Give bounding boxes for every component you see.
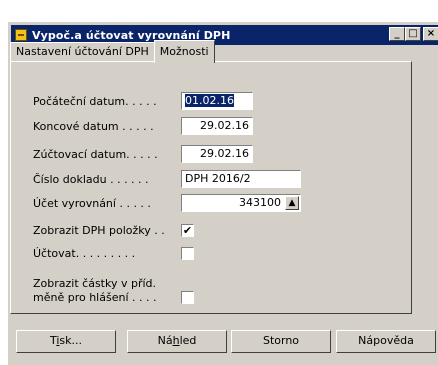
show-amounts-checkbox[interactable] (181, 291, 194, 304)
show-amounts-row-2: měně pro hlášení . . . . (33, 290, 156, 304)
window-controls: _ □ × (389, 27, 438, 41)
settlement-account-input[interactable]: 343100 ▲ (181, 194, 301, 212)
preview-label-post: led (179, 334, 197, 347)
tab-strip: Nastavení účtování DPH Možnosti (10, 40, 215, 63)
maximize-button[interactable]: □ (405, 27, 421, 41)
show-vat-entries-label: Zobrazit DPH položky . . (33, 223, 165, 237)
preview-button[interactable]: Náhled (127, 330, 227, 353)
posting-date-label: Zúčtovací datum. . . . . (33, 147, 158, 161)
background-strip (0, 0, 438, 22)
settlement-account-row: Účet vyrovnání . . . . . (33, 194, 151, 212)
post-label: Účtovat. . . . . . . . . (33, 246, 136, 260)
cancel-button[interactable]: Storno (231, 330, 331, 353)
document-no-input[interactable]: DPH 2016/2 (181, 170, 301, 188)
preview-label-hotkey: h (172, 334, 180, 347)
show-vat-entries-checkbox[interactable]: ✔ (181, 224, 194, 237)
minimize-button[interactable]: _ (389, 27, 405, 41)
start-date-row: Počáteční datum. . . . . (33, 92, 157, 110)
start-date-input[interactable]: 01.02.16 (181, 92, 253, 110)
up-arrow-icon[interactable]: ▲ (285, 196, 299, 210)
show-amounts-row-1: Zobrazit částky v příd. (33, 276, 156, 290)
end-date-label: Koncové datum . . . . . (33, 119, 154, 133)
tab-vat-posting-setup[interactable]: Nastavení účtování DPH (10, 42, 155, 62)
print-label-post: sk... (59, 334, 83, 347)
show-amounts-label-line2: měně pro hlášení . . . . (33, 290, 157, 304)
start-date-value: 01.02.16 (185, 94, 234, 107)
document-no-label: Číslo dokladu . . . . . . (33, 172, 149, 186)
end-date-row: Koncové datum . . . . . (33, 117, 154, 135)
preview-label-pre: Ná (157, 334, 173, 347)
close-button[interactable]: × (423, 27, 438, 41)
print-button[interactable]: Tisk... (16, 330, 116, 353)
posting-date-input[interactable]: 29.02.16 (181, 145, 253, 163)
help-button[interactable]: Nápověda (336, 330, 436, 353)
post-row: Účtovat. . . . . . . . . (33, 244, 135, 262)
show-vat-entries-row: Zobrazit DPH položky . . (33, 221, 165, 239)
show-amounts-label-line1: Zobrazit částky v příd. (33, 276, 157, 290)
settlement-account-value: 343100 (239, 196, 281, 209)
post-checkbox[interactable] (181, 247, 194, 260)
document-no-row: Číslo dokladu . . . . . . (33, 170, 149, 188)
start-date-label: Počáteční datum. . . . . (33, 94, 157, 108)
posting-date-row: Zúčtovací datum. . . . . (33, 145, 158, 163)
end-date-input[interactable]: 29.02.16 (181, 117, 253, 135)
tab-options[interactable]: Možnosti (153, 40, 215, 63)
settlement-account-label: Účet vyrovnání . . . . . (33, 196, 151, 210)
